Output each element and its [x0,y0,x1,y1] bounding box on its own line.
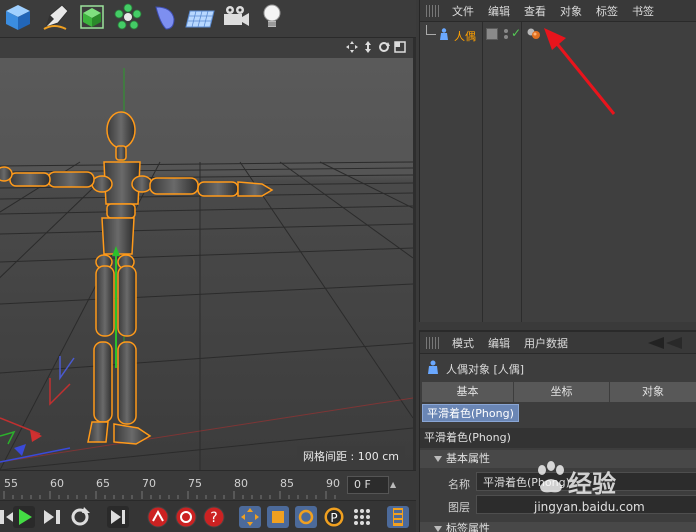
mannequin-object-icon [440,28,448,40]
object-manager-menubar: 文件 编辑 查看 对象 标签 书签 [420,0,696,22]
tree-connector [426,25,436,35]
transport-bar: ? P [0,500,416,532]
record-keys-icon[interactable] [146,505,170,529]
tick-label: 85 [280,477,294,490]
tick-label: 65 [96,477,110,490]
tick-label: 55 [4,477,18,490]
attribute-title-text: 人偶对象 [人偶] [446,363,525,376]
layer-swatch[interactable] [486,28,498,40]
keyframe-help-icon[interactable]: ? [202,505,226,529]
menu-user-data[interactable]: 用户数据 [518,335,576,351]
group-label: 基本属性 [446,452,490,465]
menu-file[interactable]: 文件 [446,3,482,19]
zoom-view-icon[interactable] [361,40,375,54]
go-to-end-icon[interactable] [106,505,130,529]
history-nav [648,337,682,349]
maximize-view-icon[interactable] [393,40,407,54]
attribute-title: 人偶对象 [人偶] [420,358,696,378]
collapse-triangle-icon[interactable] [434,526,442,532]
step-forward-icon[interactable] [40,505,64,529]
tick-label: 60 [50,477,64,490]
panel-grip-icon[interactable] [426,4,440,17]
menu-view[interactable]: 查看 [518,3,554,19]
scale-key-icon[interactable] [266,505,290,529]
layer-label: 图层 [448,501,470,514]
timeline-ruler[interactable]: 55 60 65 70 75 80 85 90 0 F ▲ [0,470,416,500]
grid-spacing-label: 网格间距 : 100 cm [297,446,405,466]
section-header: 平滑着色(Phong) [420,428,696,448]
tick-label: 70 [142,477,156,490]
menu-mode[interactable]: 模式 [446,335,482,351]
tab-object[interactable]: 对象 [610,382,696,402]
tick-label: 75 [188,477,202,490]
rotate-key-icon[interactable] [294,505,318,529]
move-view-icon[interactable] [345,40,359,54]
watermark: 经验 jingyan.baidu.com [534,460,694,518]
mannequin-object-icon [428,360,438,374]
column-divider [521,22,522,322]
group-tag-properties[interactable]: 标签属性 [420,522,696,532]
subdivision-cube-icon[interactable] [76,1,108,33]
enabled-check-icon[interactable]: ✓ [511,26,521,40]
frame-stepper-icon[interactable]: ▲ [390,476,398,494]
floor-plane-icon[interactable] [184,1,216,33]
tab-phong-tag[interactable]: 平滑着色(Phong) [422,404,519,422]
tab-basic[interactable]: 基本 [422,382,514,402]
camera-icon[interactable] [220,1,252,33]
deformer-bend-icon[interactable] [148,1,180,33]
rotate-view-icon[interactable] [377,40,391,54]
scene-canvas[interactable] [0,58,413,470]
viewport[interactable]: 网格间距 : 100 cm [0,38,416,470]
array-flower-icon[interactable] [112,1,144,33]
svg-text:P: P [330,511,337,525]
tick-label: 80 [234,477,248,490]
back-arrow-icon[interactable] [648,337,664,349]
move-key-icon[interactable] [238,505,262,529]
menu-edit[interactable]: 编辑 [482,335,518,351]
tick-label: 90 [326,477,340,490]
light-bulb-icon[interactable] [256,1,288,33]
name-label: 名称 [448,478,470,491]
panel-grip-icon[interactable] [426,336,440,349]
visibility-dots-icon[interactable] [501,28,511,40]
column-divider [482,22,483,322]
pen-icon[interactable] [40,1,72,33]
menu-object[interactable]: 对象 [554,3,590,19]
cube-icon[interactable] [2,1,34,33]
watermark-url: jingyan.baidu.com [534,500,645,514]
film-strip-icon[interactable] [386,505,410,529]
point-level-icon[interactable] [350,505,374,529]
menu-edit[interactable]: 编辑 [482,3,518,19]
forward-arrow-icon[interactable] [666,337,682,349]
current-frame-field[interactable]: 0 F [347,476,389,494]
group-label: 标签属性 [446,522,490,532]
svg-text:?: ? [210,510,217,526]
attribute-tabs: 基本 坐标 对象 [422,382,696,402]
watermark-brand: 经验 [568,470,616,498]
autokey-icon[interactable] [174,505,198,529]
tab-coordinates[interactable]: 坐标 [514,382,610,402]
play-icon[interactable] [12,505,36,529]
collapse-triangle-icon[interactable] [434,456,442,462]
main-toolbar [0,0,416,38]
param-key-icon[interactable]: P [322,505,346,529]
menu-bookmarks[interactable]: 书签 [626,3,662,19]
loop-icon[interactable] [68,505,92,529]
annotation-arrow [544,28,616,115]
viewport-nav [345,40,407,54]
object-name[interactable]: 人偶 [454,28,476,44]
paw-logo-icon [538,461,564,493]
viewport-header [0,38,413,58]
menu-tags[interactable]: 标签 [590,3,626,19]
